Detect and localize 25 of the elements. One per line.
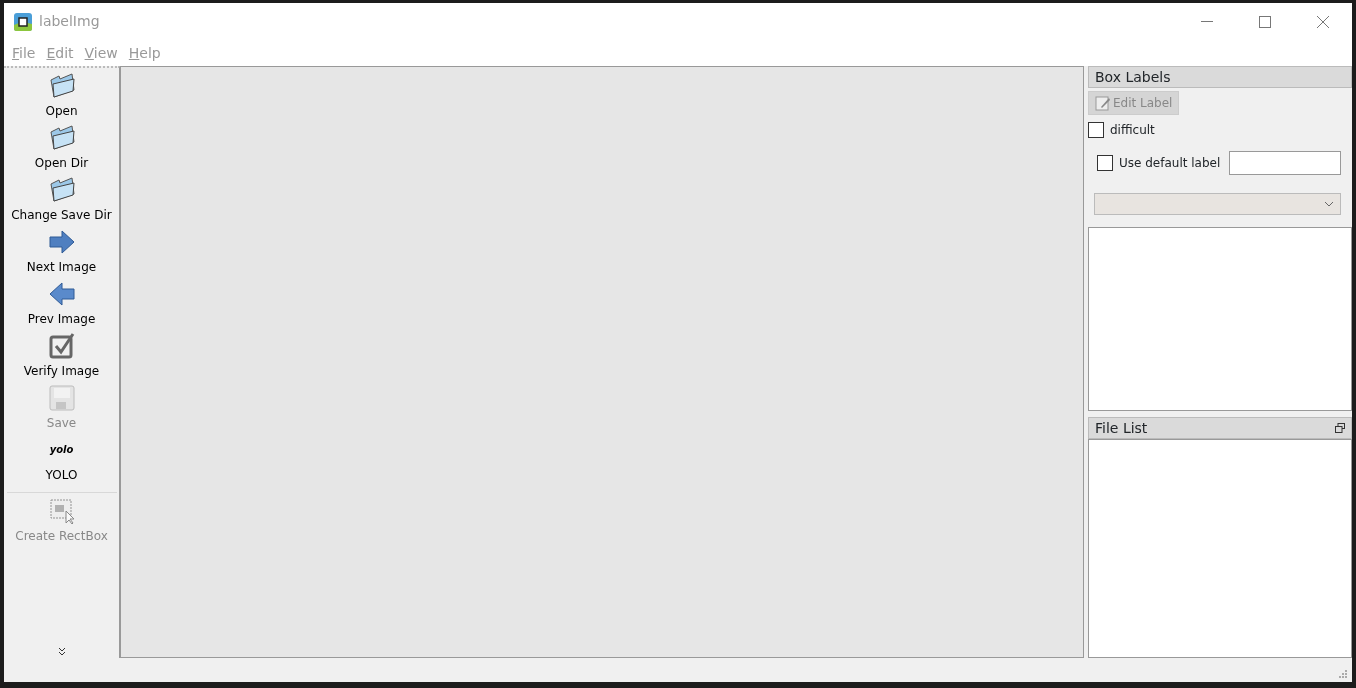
yolo-icon: yolo xyxy=(49,434,74,466)
window-title: labelImg xyxy=(39,12,100,31)
pencil-icon xyxy=(1095,95,1111,111)
maximize-icon xyxy=(1259,15,1271,28)
toolbar-button[interactable]: yolo YOLO xyxy=(6,432,117,484)
close-icon xyxy=(1317,15,1329,28)
float-icon[interactable] xyxy=(1335,423,1345,433)
resize-grip-icon[interactable] xyxy=(1338,669,1348,679)
toolbar-button[interactable]: Change Save Dir xyxy=(6,172,117,224)
default-label-input[interactable] xyxy=(1229,151,1341,175)
checkbox-label: Use default label xyxy=(1119,155,1221,172)
toolbar-button[interactable]: Verify Image xyxy=(6,328,117,380)
default-label-checkbox[interactable] xyxy=(1097,155,1113,171)
chevron-icon[interactable] xyxy=(57,647,66,656)
panel-title: File List xyxy=(1095,418,1148,438)
difficult-checkbox[interactable] xyxy=(1088,122,1104,138)
toolbar-button[interactable]: Open Dir xyxy=(6,120,117,172)
toolbar-button[interactable]: Next Image xyxy=(6,224,117,276)
caret-icon xyxy=(1324,201,1334,207)
checkbox-label: difficult xyxy=(1110,122,1155,139)
toolbar-button[interactable]: Open xyxy=(6,68,117,120)
app-icon xyxy=(13,11,33,32)
toolbar-button[interactable]: Prev Image xyxy=(6,276,117,328)
minimize-icon xyxy=(1201,20,1213,23)
panel-title: Box Labels xyxy=(1088,66,1352,88)
